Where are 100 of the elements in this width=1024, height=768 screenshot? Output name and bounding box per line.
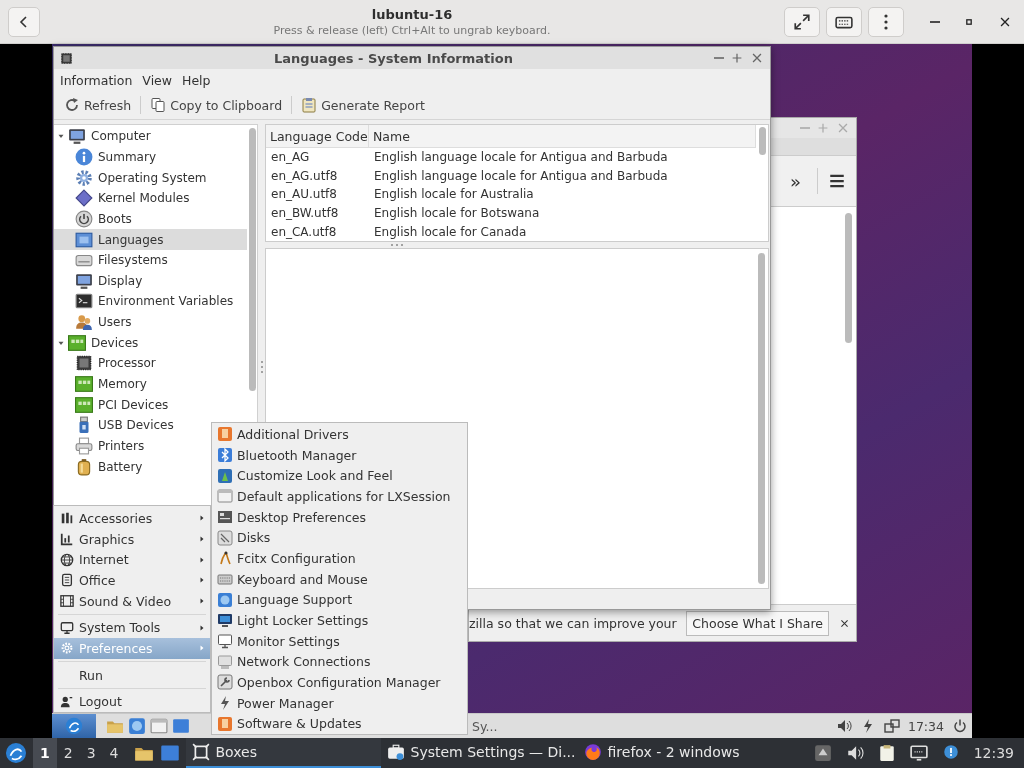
power-icon[interactable]: [952, 718, 968, 734]
diamond-icon: [75, 189, 93, 208]
tree-item[interactable]: Languages: [54, 229, 247, 250]
globe-icon: [217, 591, 233, 608]
window-icon[interactable]: [172, 717, 190, 735]
keyboard-icon: [217, 571, 233, 588]
menu-item[interactable]: Internet: [54, 549, 210, 570]
taskbar-button[interactable]: System Settings — Di...: [380, 738, 578, 768]
share-button[interactable]: Choose What I Share: [686, 610, 829, 636]
grip-icon: [389, 243, 405, 247]
menu-item[interactable]: Information: [55, 72, 138, 88]
clipboard-icon[interactable]: [877, 744, 896, 762]
menu-item[interactable]: Monitor Settings: [212, 630, 467, 652]
tree-item[interactable]: Display: [54, 270, 247, 292]
speaker-icon[interactable]: [835, 718, 852, 734]
start-button[interactable]: [52, 714, 96, 738]
windows-icon[interactable]: [883, 718, 900, 734]
menu-item[interactable]: Run: [54, 664, 210, 686]
menu-item[interactable]: Desktop Preferences: [212, 506, 467, 528]
menu-item[interactable]: Customize Look and Feel: [212, 465, 467, 486]
menu-item[interactable]: Default applications for LXSession: [212, 486, 467, 507]
clock: 17:34: [907, 718, 944, 734]
tree-item[interactable]: Summary: [54, 146, 247, 168]
clock: 12:39: [973, 745, 1014, 761]
maximize-icon: [730, 51, 744, 65]
menu-item[interactable]: Office: [54, 570, 210, 591]
package-icon: [217, 715, 233, 732]
arrow-up-icon[interactable]: [813, 744, 832, 762]
tree-item[interactable]: Operating System: [54, 167, 247, 188]
scrollbar-thumb[interactable]: [845, 213, 852, 343]
menu-item[interactable]: Bluetooth Manager: [212, 444, 467, 466]
menu-item[interactable]: System Tools: [54, 617, 210, 639]
tree-item[interactable]: Processor: [54, 353, 247, 374]
workspace-button[interactable]: 1: [33, 738, 57, 768]
scrollbar-thumb[interactable]: [248, 128, 256, 391]
menu-item[interactable]: Accessories: [54, 508, 210, 529]
tree-item[interactable]: Environment Variables: [54, 291, 247, 312]
tools-icon: [60, 511, 74, 526]
menu-item[interactable]: Logout: [54, 691, 210, 713]
menu-item[interactable]: Graphics: [54, 528, 210, 550]
chip-icon: [75, 354, 93, 373]
menu-item[interactable]: Disks: [212, 527, 467, 549]
scrollbar-thumb[interactable]: [758, 127, 766, 155]
tree-item[interactable]: Devices: [66, 332, 247, 354]
overflow-button[interactable]: »: [774, 170, 817, 192]
column-header[interactable]: Name: [369, 125, 756, 147]
taskbar-button[interactable]: Boxes: [185, 738, 381, 768]
globe-icon[interactable]: [128, 717, 146, 735]
workspace-button[interactable]: 3: [79, 738, 103, 768]
circuit-board-icon: [68, 333, 86, 352]
menu-item[interactable]: Power Manager: [212, 692, 467, 714]
menu-item[interactable]: Sound & Video: [54, 590, 210, 612]
logo-icon[interactable]: [5, 742, 27, 764]
tree-item[interactable]: Boots: [54, 208, 247, 230]
user-icon: [60, 694, 74, 709]
menu-item[interactable]: Help: [177, 72, 216, 88]
table-cell-text: en_CA.utf8: [270, 224, 338, 239]
column-header[interactable]: Language Code: [266, 125, 369, 147]
film-icon: [60, 594, 74, 608]
menu-item[interactable]: Software & Updates: [212, 713, 467, 735]
menu-item[interactable]: Openbox Configuration Manager: [212, 672, 467, 693]
menu-item[interactable]: Additional Drivers: [212, 424, 467, 445]
menu-item[interactable]: Fcitx Configuration: [212, 548, 467, 569]
document-icon: [60, 573, 74, 588]
workspace-button[interactable]: 4: [102, 738, 126, 768]
menu-item[interactable]: Network Connections: [212, 651, 467, 673]
back-button[interactable]: [8, 6, 40, 37]
taskbar-button[interactable]: Sy...: [468, 718, 502, 734]
menu-item[interactable]: Light Locker Settings: [212, 610, 467, 631]
frame-icon: [191, 743, 210, 761]
report-button[interactable]: Generate Report: [297, 95, 429, 115]
fullscreen-button[interactable]: [784, 6, 820, 37]
monitor-icon[interactable]: [909, 744, 928, 762]
workspace-button[interactable]: 2: [56, 738, 80, 768]
scrollbar-thumb[interactable]: [758, 253, 765, 584]
figure-icon: [217, 550, 233, 567]
tree-item[interactable]: Filesystems: [54, 249, 247, 271]
tree-item[interactable]: Users: [54, 311, 247, 333]
refresh-button[interactable]: Refresh: [60, 95, 136, 115]
notification-text: zilla so that we can improve your: [469, 615, 678, 631]
tree-item[interactable]: Computer: [66, 126, 247, 147]
menu-item[interactable]: Language Support: [212, 589, 467, 611]
tree-item[interactable]: Memory: [54, 373, 247, 395]
table-cell-text: English language locale for Antigua and Barbuda: [373, 150, 668, 165]
copy-button[interactable]: Copy to Clipboard: [146, 95, 287, 115]
taskbar-button[interactable]: firefox - 2 windows: [577, 738, 748, 768]
keyboard-button[interactable]: [826, 6, 862, 37]
speaker-icon[interactable]: [845, 744, 864, 762]
power-icon: [75, 209, 93, 228]
menu-item[interactable]: Keyboard and Mouse: [212, 568, 467, 590]
menu-item[interactable]: View: [137, 72, 178, 88]
logo-icon: [65, 717, 83, 735]
menu-icon: [828, 172, 846, 190]
tree-item[interactable]: Kernel Modules: [54, 187, 247, 209]
window-icon[interactable]: [159, 743, 180, 763]
window-title: lubuntu-16: [371, 6, 453, 22]
tree-item[interactable]: PCI Devices: [54, 394, 247, 415]
gear-icon: [60, 641, 74, 656]
globe-icon: [60, 552, 74, 567]
notification-icon[interactable]: [941, 744, 960, 762]
